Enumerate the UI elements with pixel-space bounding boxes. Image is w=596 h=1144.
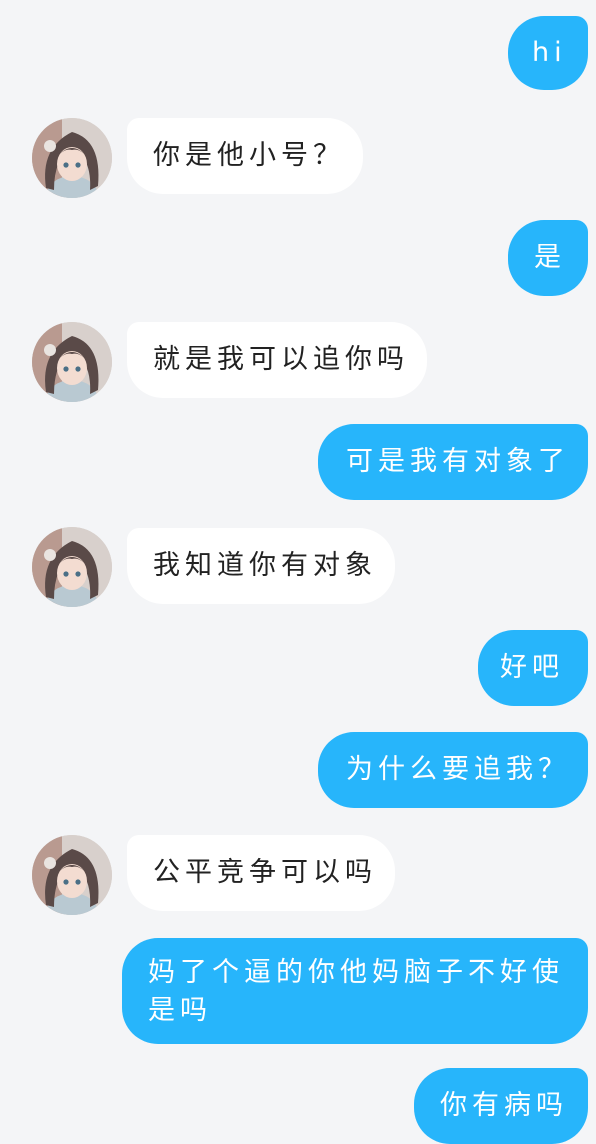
anime-girl-avatar-icon <box>32 835 112 915</box>
anime-girl-avatar-icon <box>32 322 112 402</box>
message-bubble[interactable]: 妈了个逼的你他妈脑子不好使是吗 <box>122 938 588 1044</box>
message-bubble[interactable]: 就是我可以追你吗 <box>127 322 427 398</box>
chat-area: hi 你是他小号？ 是 就是我可以追你吗 可是我有对象了 我知道你有对象 好吧 … <box>0 0 596 1144</box>
message-bubble[interactable]: 我知道你有对象 <box>127 528 395 604</box>
message-bubble[interactable]: 可是我有对象了 <box>318 424 588 500</box>
message-bubble[interactable]: 你是他小号？ <box>127 118 363 194</box>
message-bubble[interactable]: 为什么要追我？ <box>318 732 588 808</box>
message-bubble[interactable]: 公平竞争可以吗 <box>127 835 395 911</box>
avatar[interactable] <box>32 835 112 915</box>
message-bubble[interactable]: hi <box>508 16 588 90</box>
message-bubble[interactable]: 你有病吗 <box>414 1068 588 1144</box>
avatar[interactable] <box>32 118 112 198</box>
anime-girl-avatar-icon <box>32 527 112 607</box>
anime-girl-avatar-icon <box>32 118 112 198</box>
avatar[interactable] <box>32 527 112 607</box>
message-bubble[interactable]: 好吧 <box>478 630 588 706</box>
avatar[interactable] <box>32 322 112 402</box>
message-bubble[interactable]: 是 <box>508 220 588 296</box>
